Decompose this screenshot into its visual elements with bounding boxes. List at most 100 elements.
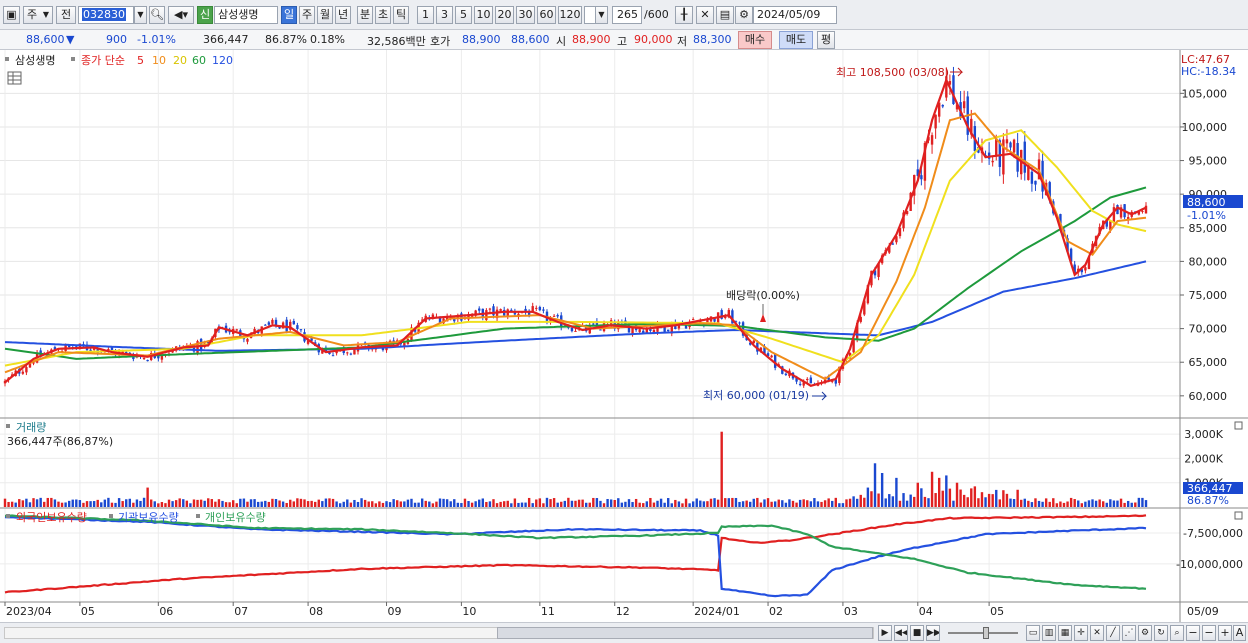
zoom-reset-icon[interactable]: −	[1202, 625, 1216, 641]
candle-body	[160, 356, 164, 360]
save-icon[interactable]: ▤	[716, 6, 734, 24]
count-input[interactable]: 265	[612, 6, 642, 24]
speaker-icon[interactable]: ◀▾	[168, 6, 194, 24]
interval-5[interactable]: 5	[455, 6, 472, 24]
code-dropdown[interactable]: ▼	[134, 6, 147, 24]
volume-bar	[852, 496, 855, 507]
gear-icon[interactable]: ⚙	[735, 6, 753, 24]
refresh-icon[interactable]: ↻	[1154, 625, 1168, 641]
period-minute[interactable]: 분	[357, 6, 373, 24]
price-pane-title: 삼성생명	[15, 54, 55, 67]
fib-icon[interactable]: ⋰	[1122, 625, 1136, 641]
eval-button[interactable]: 평	[817, 31, 835, 49]
zoom-out-icon[interactable]: −	[1186, 625, 1200, 641]
split-icon[interactable]: ▥	[1042, 625, 1056, 641]
table-icon[interactable]	[7, 71, 22, 85]
period-second[interactable]: 초	[375, 6, 391, 24]
interval-10[interactable]: 10	[474, 6, 493, 24]
volume-bar	[43, 501, 46, 507]
period-week[interactable]: 주	[299, 6, 315, 24]
quote-bar: 88,600 ▼ 900 -1.01% 366,447 86.87% 0.18%…	[0, 30, 1248, 50]
volume-bar	[1112, 500, 1116, 507]
interval-20[interactable]: 20	[495, 6, 514, 24]
volume-bar	[467, 501, 470, 507]
volume-bar	[873, 463, 877, 507]
volume-bar	[335, 501, 338, 507]
volume-bar	[481, 498, 484, 507]
volume-bar	[877, 493, 880, 507]
interval-1[interactable]: 1	[417, 6, 434, 24]
grid-icon[interactable]: ▦	[1058, 625, 1072, 641]
volume-bar	[92, 501, 96, 507]
buy-button[interactable]: 매수	[738, 31, 772, 49]
trendline-icon[interactable]: ╱	[1106, 625, 1120, 641]
volume-bar	[60, 502, 64, 507]
volume-bar	[39, 497, 42, 507]
candle-body	[638, 329, 641, 333]
date-input[interactable]: 2024/05/09	[753, 6, 837, 24]
volume-bar	[627, 499, 631, 507]
volume-bar	[727, 498, 731, 507]
zoom-in-icon[interactable]: +	[1218, 625, 1232, 641]
volume-bar	[888, 494, 891, 507]
volume-bar	[1126, 500, 1130, 507]
volume-bar	[132, 502, 135, 507]
candle-type-icon[interactable]: ╂	[675, 6, 693, 24]
font-size-icon[interactable]: A	[1233, 625, 1246, 641]
gear-icon[interactable]: ⚙	[1138, 625, 1152, 641]
candle-body	[770, 355, 773, 358]
candle-body	[299, 329, 303, 331]
high-annotation: 최고 108,500 (03/08)	[836, 66, 949, 79]
scroll-last-icon[interactable]: ▶▶	[926, 625, 940, 641]
volume-bar	[827, 498, 830, 507]
market-select[interactable]: 주 ▼	[23, 6, 53, 24]
candle-body	[1034, 180, 1037, 185]
volume-bar	[249, 499, 253, 507]
period-month[interactable]: 월	[317, 6, 333, 24]
price-tick-label: 105,000	[1182, 87, 1228, 100]
volume-bar	[256, 501, 260, 507]
interval-30[interactable]: 30	[516, 6, 535, 24]
volume-bar	[274, 499, 278, 507]
crosshair-icon[interactable]: ✕	[696, 6, 714, 24]
stop-icon[interactable]: ■	[910, 625, 924, 641]
volume-tick-label: 2,000K	[1184, 452, 1223, 465]
volume-bar	[930, 471, 934, 507]
volume-bar	[759, 502, 763, 507]
x-tick-label: 08	[309, 605, 323, 618]
pane-close-icon[interactable]	[1234, 421, 1243, 430]
window-icon[interactable]: ▣	[3, 6, 20, 24]
all-button[interactable]: 전	[56, 6, 76, 24]
pane-close-icon[interactable]	[1234, 511, 1243, 520]
volume-bar	[103, 499, 107, 507]
scroll-thumb[interactable]	[497, 627, 873, 639]
cross-tool-icon[interactable]: ✕	[1090, 625, 1104, 641]
period-year[interactable]: 년	[335, 6, 351, 24]
candle-body	[107, 348, 110, 350]
layout-icon[interactable]: ▭	[1026, 625, 1040, 641]
volume-bar	[28, 502, 32, 507]
volume-bar	[738, 501, 741, 507]
volume-bar	[848, 498, 852, 507]
search-icon[interactable]: ⌕	[1170, 625, 1184, 641]
interval-60[interactable]: 60	[537, 6, 556, 24]
x-tick-label: 2023/04	[6, 605, 52, 618]
new-badge[interactable]: 신	[197, 6, 213, 24]
search-icon[interactable]: 🔍︎	[149, 6, 165, 24]
custom-interval-dropdown[interactable]: ▼	[595, 6, 608, 24]
volume-bar	[684, 498, 688, 507]
scroll-right-icon[interactable]: ▶	[878, 625, 892, 641]
legend-ma5: 5	[137, 54, 144, 67]
scroll-first-icon[interactable]: ◀◀	[894, 625, 908, 641]
volume-bar	[449, 501, 452, 507]
code-input[interactable]: 032830	[78, 6, 134, 24]
interval-3[interactable]: 3	[436, 6, 453, 24]
market-select-label: 주	[27, 8, 38, 21]
period-tick[interactable]: 틱	[393, 6, 409, 24]
interval-120[interactable]: 120	[558, 6, 582, 24]
zoom-slider-thumb[interactable]	[983, 627, 989, 639]
crosshair-tool-icon[interactable]: ✛	[1074, 625, 1088, 641]
volume-bar	[25, 498, 28, 507]
sell-button[interactable]: 매도	[779, 31, 813, 49]
period-day[interactable]: 일	[281, 6, 297, 24]
